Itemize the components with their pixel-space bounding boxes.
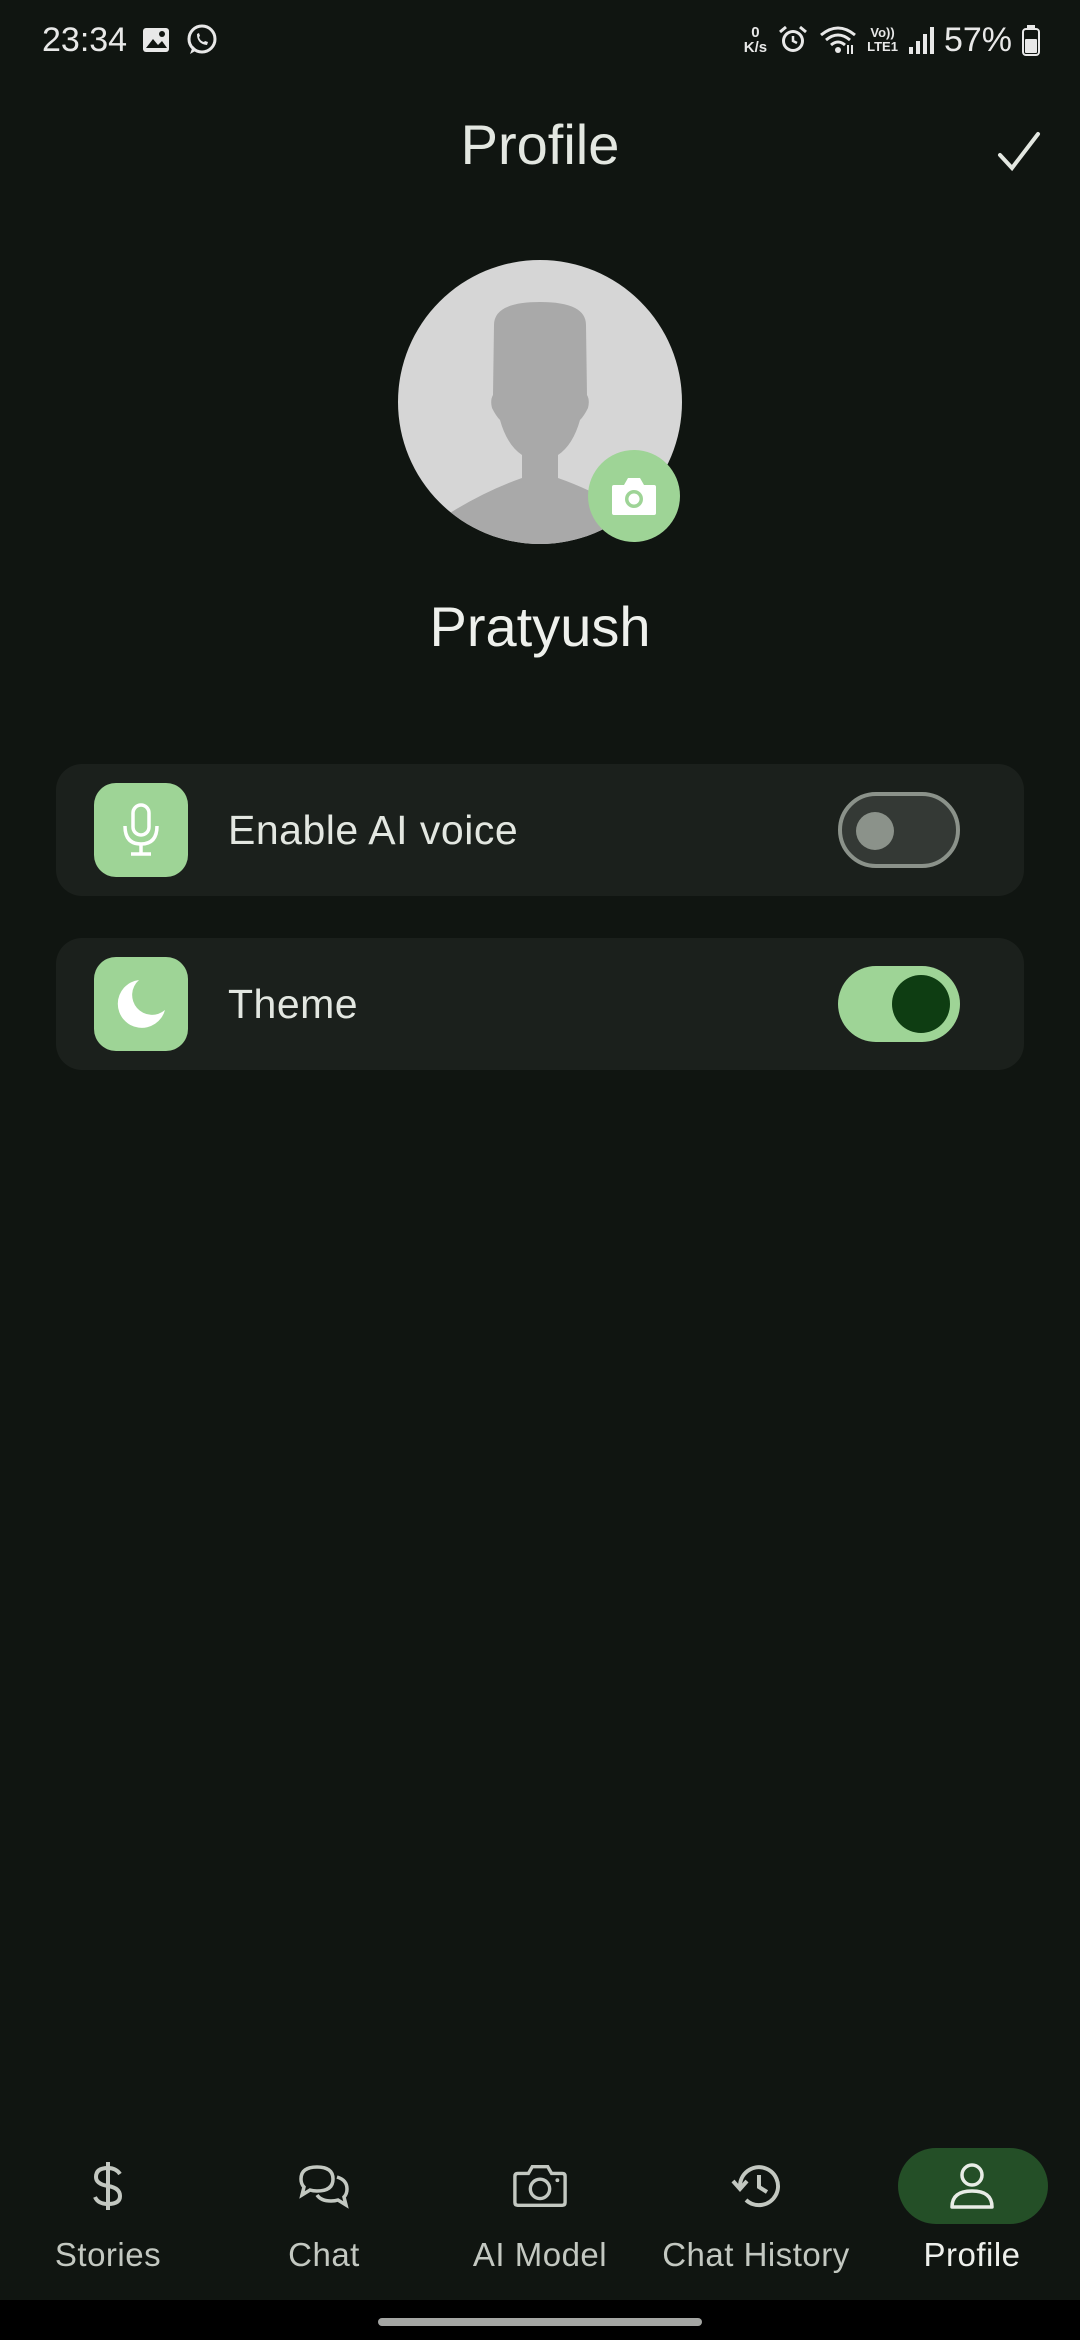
setting-icon-box bbox=[94, 783, 188, 877]
dollar-icon bbox=[80, 2158, 136, 2214]
status-time: 23:34 bbox=[42, 20, 128, 59]
home-indicator[interactable] bbox=[378, 2318, 702, 2326]
battery-percent: 57% bbox=[943, 20, 1012, 59]
theme-toggle[interactable] bbox=[838, 966, 960, 1042]
toggle-knob bbox=[856, 812, 894, 850]
confirm-button[interactable] bbox=[984, 118, 1054, 188]
gallery-icon bbox=[141, 25, 171, 55]
camera-icon bbox=[612, 478, 656, 515]
toggle-knob bbox=[892, 975, 950, 1033]
nav-label: Chat History bbox=[662, 2236, 850, 2273]
history-icon bbox=[728, 2158, 784, 2214]
lte-top: Vo)) bbox=[870, 25, 895, 40]
person-icon bbox=[944, 2158, 1000, 2214]
nav-label: Profile bbox=[923, 2236, 1021, 2273]
wifi-icon bbox=[819, 25, 857, 55]
nav-profile[interactable]: Profile bbox=[864, 2130, 1080, 2300]
battery-icon bbox=[1022, 24, 1040, 56]
status-bar: 23:34 0 K/s Vo)) LTE1 57% bbox=[0, 0, 1080, 80]
nav-label: Stories bbox=[54, 2236, 162, 2273]
whatsapp-icon bbox=[185, 23, 219, 57]
setting-icon-box bbox=[94, 957, 188, 1051]
edit-photo-button[interactable] bbox=[588, 450, 680, 542]
chat-bubbles-icon bbox=[296, 2158, 352, 2214]
microphone-icon bbox=[123, 803, 159, 856]
nav-label: Chat bbox=[288, 2236, 360, 2273]
net-speed: 0 K/s bbox=[744, 25, 767, 55]
status-left: 23:34 bbox=[42, 21, 219, 60]
status-right: 0 K/s Vo)) LTE1 57% bbox=[744, 21, 1040, 60]
lte-indicator: Vo)) LTE1 bbox=[867, 26, 898, 54]
moon-icon bbox=[117, 980, 165, 1028]
nav-stories[interactable]: Stories bbox=[0, 2130, 216, 2300]
lte-bottom: LTE1 bbox=[867, 39, 898, 54]
setting-ai-voice: Enable AI voice bbox=[56, 764, 1024, 896]
ai-voice-toggle[interactable] bbox=[838, 792, 960, 868]
setting-label-theme: Theme bbox=[228, 980, 359, 1027]
setting-theme: Theme bbox=[56, 938, 1024, 1070]
nav-chat[interactable]: Chat bbox=[216, 2130, 432, 2300]
net-speed-unit: K/s bbox=[743, 39, 768, 56]
nav-label: AI Model bbox=[472, 2236, 608, 2273]
check-icon bbox=[998, 132, 1040, 172]
bottom-nav: Stories Chat AI Model Chat History Profi… bbox=[0, 2130, 1080, 2300]
header: Profile bbox=[0, 100, 1080, 200]
nav-ai-model[interactable]: AI Model bbox=[432, 2130, 648, 2300]
nav-chat-history[interactable]: Chat History bbox=[648, 2130, 864, 2300]
alarm-icon bbox=[777, 24, 809, 56]
page-title: Profile bbox=[460, 113, 620, 176]
setting-label-ai-voice: Enable AI voice bbox=[228, 806, 519, 853]
avatar-container bbox=[398, 260, 684, 546]
user-name: Pratyush bbox=[429, 595, 651, 658]
camera-icon bbox=[512, 2158, 568, 2214]
signal-icon bbox=[908, 25, 934, 55]
net-speed-value: 0 bbox=[751, 24, 760, 41]
